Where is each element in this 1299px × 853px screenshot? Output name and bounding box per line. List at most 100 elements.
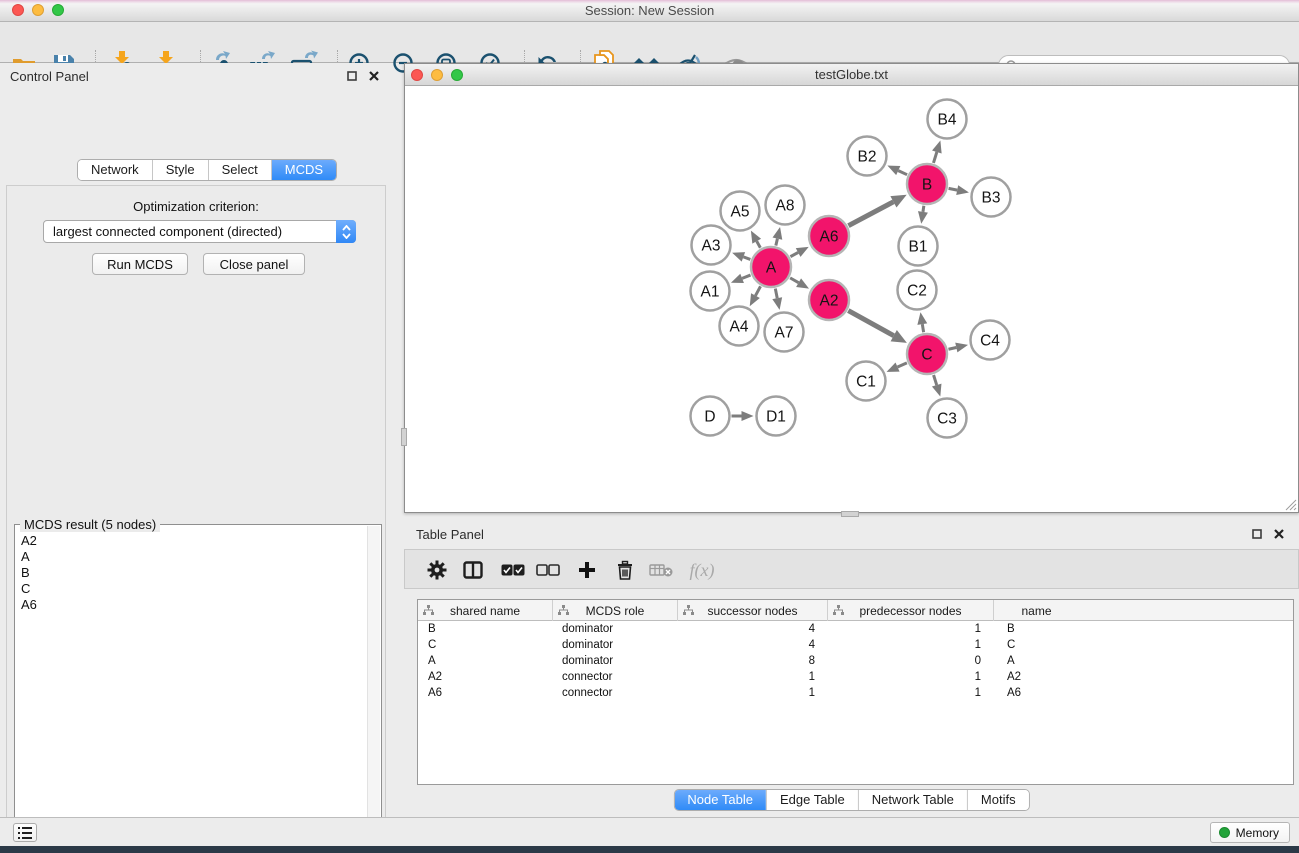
close-panel-icon[interactable] [1271,527,1287,541]
table-cell: dominator [552,621,677,637]
tab-select[interactable]: Select [208,160,271,180]
unchecked-boxes-icon [536,564,560,576]
table-panel-title: Table Panel [416,527,1243,542]
network-canvas[interactable]: B4B2BB3A5A8A6B1A3AA1C2A2A4A7C4CC1C3DD1 [405,86,1298,512]
select-all-button[interactable] [499,556,527,584]
graph-node-label: A6 [820,229,839,246]
resize-grip-icon[interactable] [1283,497,1297,511]
table-cell: connector [552,669,677,685]
close-panel-button[interactable]: Close panel [203,253,305,275]
column-header-shared-name[interactable]: shared name [418,600,552,621]
table-settings-button[interactable] [423,556,451,584]
mcds-result-box: MCDS result (5 nodes) A2ABCA6 [14,524,382,853]
edge-arrowhead [932,384,942,397]
node-table-body: Bdominator41BCdominator41CAdominator80AA… [418,621,1293,701]
edge-B-B3[interactable] [949,188,958,190]
status-bar: Memory [0,817,1299,846]
table-row[interactable]: Cdominator41C [418,637,1293,653]
edge-A-A1[interactable] [742,275,750,278]
edge-A-A2[interactable] [790,278,798,283]
edge-A-A5[interactable] [757,241,761,248]
close-window-button[interactable] [12,4,24,16]
delete-table-button[interactable] [647,556,675,584]
window-title: Session: New Session [0,0,1299,21]
column-header-MCDS-role[interactable]: MCDS role [552,600,677,621]
float-panel-icon[interactable] [344,69,360,83]
column-panel-button[interactable] [459,556,487,584]
mcds-result-item[interactable]: A2 [19,533,365,549]
edge-A-A6[interactable] [790,252,798,256]
close-panel-icon[interactable] [366,69,382,83]
tab-motifs[interactable]: Motifs [967,790,1029,810]
edge-B-B4[interactable] [933,152,936,163]
tab-style[interactable]: Style [152,160,208,180]
table-cell: 1 [827,685,993,701]
edge-C-C3[interactable] [934,375,937,385]
table-row[interactable]: A6connector11A6 [418,685,1293,701]
table-cell: 1 [677,669,827,685]
column-header-successor-nodes[interactable]: successor nodes [677,600,827,621]
table-cell: A [418,653,552,669]
run-mcds-button[interactable]: Run MCDS [92,253,188,275]
delete-table-icon [649,563,673,577]
edge-B-B1[interactable] [923,206,924,212]
edge-arrowhead [742,411,754,421]
zoom-window-button[interactable] [52,4,64,16]
dropdown-stepper-icon [336,220,356,243]
network-window-titlebar[interactable]: testGlobe.txt [405,64,1298,86]
node-table: shared nameMCDS rolesuccessor nodesprede… [417,599,1294,785]
edge-A-A8[interactable] [776,239,778,246]
table-cell: 1 [827,637,993,653]
edge-A2-C[interactable] [848,311,893,336]
table-row[interactable]: Bdominator41B [418,621,1293,637]
edge-A6-B[interactable] [848,202,893,226]
function-builder-button[interactable]: f(x) [683,556,721,584]
graph-node-label: B1 [909,239,928,256]
splitter-handle-vertical[interactable] [401,428,407,446]
mcds-result-item[interactable]: B [19,565,365,581]
memory-button[interactable]: Memory [1210,822,1290,843]
edge-C-C1[interactable] [898,363,907,367]
create-column-button[interactable] [573,556,601,584]
tab-network[interactable]: Network [78,160,152,180]
edge-C-C4[interactable] [948,347,956,349]
delete-columns-button[interactable] [611,556,639,584]
list-icon [18,827,32,839]
table-row[interactable]: Adominator80A [418,653,1293,669]
columns-icon [463,561,483,579]
minimize-window-button[interactable] [32,4,44,16]
task-history-button[interactable] [13,823,37,842]
mcds-result-item[interactable]: C [19,581,365,597]
edge-A-A3[interactable] [743,257,750,260]
table-row[interactable]: A2connector11A2 [418,669,1293,685]
column-header-predecessor-nodes[interactable]: predecessor nodes [827,600,993,621]
mcds-result-item[interactable]: A6 [19,597,365,613]
table-cell: C [418,637,552,653]
splitter-handle-horizontal[interactable] [841,511,859,517]
graph-node-label: A7 [775,325,794,342]
tab-edge-table[interactable]: Edge Table [766,790,858,810]
table-cell: 1 [827,669,993,685]
result-scrollbar[interactable] [367,526,380,853]
mcds-result-item[interactable]: A [19,549,365,565]
deselect-all-button[interactable] [534,556,562,584]
table-cell: 0 [827,653,993,669]
column-type-icon [558,605,569,616]
edge-B-B2[interactable] [898,171,907,175]
edge-C-C2[interactable] [922,324,923,332]
edge-arrowhead [772,297,782,310]
graph-node-label: D [704,409,715,426]
criterion-dropdown[interactable]: largest connected component (directed) [43,220,356,243]
edge-arrowhead [917,312,927,325]
edge-arrowhead [918,211,928,224]
checked-boxes-icon [501,564,525,576]
float-panel-icon[interactable] [1249,527,1265,541]
edge-A-A7[interactable] [775,289,777,299]
tab-network-table[interactable]: Network Table [858,790,967,810]
tab-mcds[interactable]: MCDS [271,160,336,180]
column-header-name[interactable]: name [993,600,1079,621]
edge-A-A4[interactable] [755,286,760,295]
tab-node-table[interactable]: Node Table [674,790,766,810]
gear-icon [427,560,447,580]
edge-arrowhead [932,141,942,154]
